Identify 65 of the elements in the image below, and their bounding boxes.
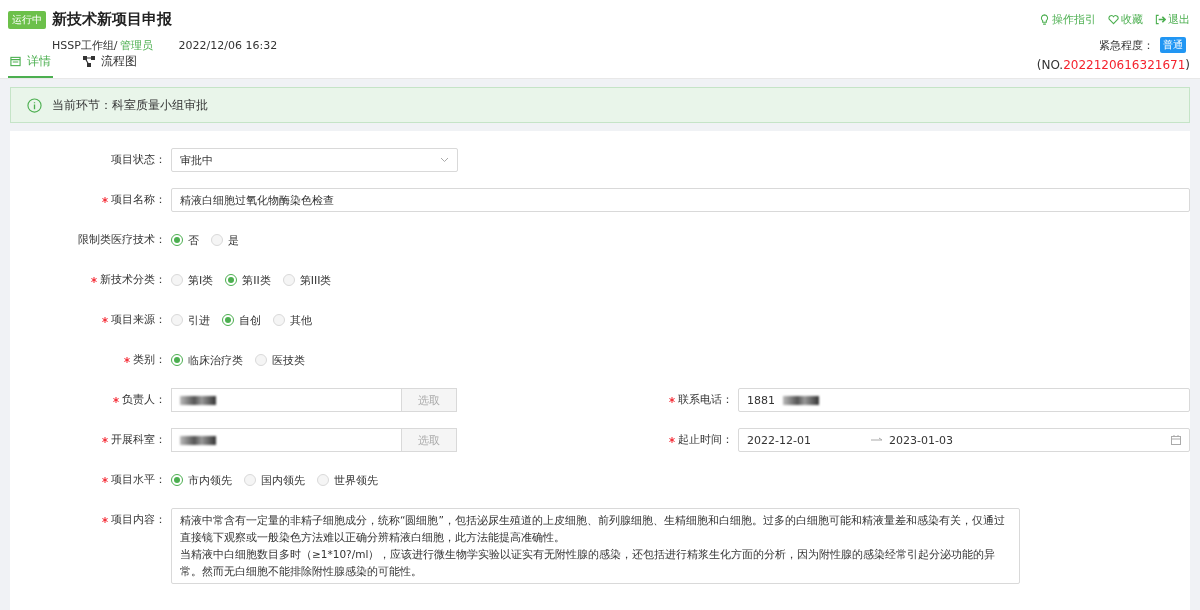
field-label: 联系电话： [457,388,738,412]
radio-button[interactable] [225,274,238,286]
urgency-label: 紧急程度： [1099,37,1154,53]
field-label: 限制类医疗技术： [77,232,167,248]
current-step-text: 当前环节：科室质量小组审批 [52,96,208,114]
radio-option[interactable]: 引进 [171,312,210,328]
group-name: HSSP工作组/ [52,37,118,53]
radio-option[interactable]: 第II类 [225,272,271,288]
required-icon [102,437,108,443]
required-icon [91,277,97,283]
flowchart-icon [83,56,95,67]
chevron-down-icon [440,157,449,163]
field-label: 负责人： [10,388,171,412]
radio-option[interactable]: 临床治疗类 [171,352,243,368]
status-select[interactable]: 审批中 [171,148,458,172]
required-icon [669,437,675,443]
radio-button[interactable] [171,234,183,246]
tab[interactable]: 流程图 [81,53,139,78]
required-icon [113,397,119,403]
page-title: 新技术新项目申报 [52,10,172,29]
field-label: 类别： [10,348,171,372]
required-icon [102,517,108,523]
field-label: 新技术分类： [10,268,171,292]
radio-option[interactable]: 自创 [222,312,261,328]
document-icon [10,56,21,67]
radio-option[interactable]: 医技类 [255,352,305,368]
required-icon [102,477,108,483]
text-area[interactable]: 精液中常含有一定量的非精子细胞成分，统称“圆细胞”，包括泌尿生殖道的上皮细胞、前列腺细胞、生精细胞和白细胞。过多的白细胞可能和精液量差和感染有关，仅通过直接镜下观察或一般染色方法难以正确分辨精液白细胞，此方法能提高准确性。 当精液中白细胞数目多时（≥1*10?/ml），应该进行微生物学实验以证实有无附性腺的感染，还包括进行精浆生化方面的分析，因为附性腺的感染经常引起分泌功能的异常。然而无白细胞不能排除附性腺感染的可能性。 [171,508,1020,584]
text-input[interactable] [171,388,401,412]
exit-icon [1155,14,1166,25]
radio-button[interactable] [171,474,183,486]
lightbulb-icon [1039,14,1050,25]
required-icon [124,357,130,363]
field-label: 项目来源： [10,308,171,332]
field-label: 项目内容： [10,508,171,532]
radio-option[interactable]: 世界领先 [317,472,378,488]
field-label: 起止时间： [457,428,738,452]
radio-button[interactable] [171,354,183,366]
text-input[interactable] [171,428,401,452]
record-number: (NO.2022120616321671) [1036,58,1190,74]
required-icon [102,317,108,323]
radio-option[interactable]: 第III类 [282,272,332,288]
info-icon [27,97,42,113]
date-time: 2022/12/06 16:32 [178,38,278,52]
text-input[interactable]: 精液白细胞过氧化物酶染色检查 [171,188,1190,212]
radio-option[interactable]: 否 [171,232,199,248]
required-icon [669,397,675,403]
status-badge: 运行中 [8,10,46,29]
required-icon [102,197,108,203]
urgency-badge: 普通 [1160,37,1186,53]
radio-option[interactable]: 其他 [273,312,312,328]
calendar-icon [1171,435,1181,445]
radio-option[interactable]: 市内领先 [171,472,232,488]
arrow-right-icon [871,437,883,443]
radio-button[interactable] [222,314,234,326]
heart-icon [1108,14,1119,25]
radio-option[interactable]: 是 [211,232,239,248]
field-label: 开展科室： [10,428,171,452]
field-label: 项目名称： [10,188,171,212]
field-label: 项目水平： [10,468,171,492]
radio-option[interactable]: 国内领先 [244,472,305,488]
field-label: 项目状态： [110,152,167,168]
date-range-input[interactable]: 2022-12-01 2023-01-03 [738,428,1190,452]
radio-option[interactable]: 第I类 [171,272,214,288]
text-input[interactable]: 1881 [738,388,1190,412]
